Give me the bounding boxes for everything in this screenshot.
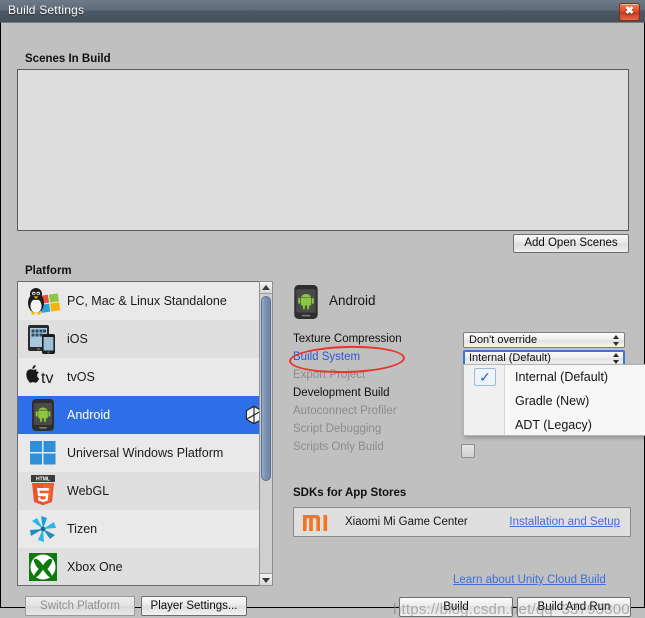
android-phone-icon bbox=[293, 285, 319, 319]
learn-about-unity-cloud-build-link[interactable]: Learn about Unity Cloud Build bbox=[453, 574, 606, 586]
build-and-run-button[interactable]: Build And Run bbox=[517, 597, 631, 617]
dropdown-option-adt-legacy[interactable]: ADT (Legacy) bbox=[464, 413, 645, 437]
platform-item-pc-mac-linux[interactable]: PC, Mac & Linux Standalone bbox=[18, 282, 272, 320]
option-label-export-project: Export Project bbox=[293, 369, 366, 381]
player-settings-button[interactable]: Player Settings... bbox=[141, 596, 247, 616]
sdk-name-label: Xiaomi Mi Game Center bbox=[345, 516, 468, 528]
platform-item-label: Xbox One bbox=[67, 560, 123, 574]
scroll-up-arrow-icon[interactable] bbox=[260, 282, 272, 294]
windows-icon bbox=[23, 436, 63, 470]
window-body: Scenes In Build Add Open Scenes Platform bbox=[0, 22, 645, 618]
apple-tv-icon: tv bbox=[23, 360, 63, 394]
platform-item-universal-windows-platform[interactable]: Universal Windows Platform bbox=[18, 434, 272, 472]
scenes-in-build-list[interactable] bbox=[17, 69, 629, 231]
platform-item-tizen[interactable]: Tizen bbox=[18, 510, 272, 548]
option-label-texture-compression: Texture Compression bbox=[293, 333, 402, 345]
close-icon[interactable]: ✖ bbox=[619, 3, 640, 21]
platform-item-webgl[interactable]: HTML WebGL bbox=[18, 472, 272, 510]
platform-list-scrollbar[interactable] bbox=[259, 281, 273, 586]
build-settings-window: Build Settings ✖ Scenes In Build Add Ope… bbox=[0, 0, 645, 618]
chevron-updown-icon bbox=[613, 334, 620, 347]
scrollbar-thumb[interactable] bbox=[261, 296, 271, 481]
texture-compression-dropdown[interactable]: Don't override bbox=[463, 332, 625, 348]
close-glyph: ✖ bbox=[624, 5, 635, 17]
platform-item-android[interactable]: Android bbox=[18, 396, 272, 434]
window-title: Build Settings bbox=[8, 3, 85, 17]
switch-platform-button[interactable]: Switch Platform bbox=[25, 596, 135, 616]
build-system-dropdown-menu[interactable]: ✓ Internal (Default) Gradle (New) ADT (L… bbox=[463, 364, 645, 436]
option-label-autoconnect-profiler: Autoconnect Profiler bbox=[293, 405, 397, 417]
scroll-down-arrow-icon[interactable] bbox=[260, 573, 272, 585]
texture-compression-value: Don't override bbox=[469, 334, 538, 346]
scenes-in-build-header: Scenes In Build bbox=[25, 53, 111, 65]
window-titlebar: Build Settings ✖ bbox=[0, 0, 645, 22]
add-open-scenes-button[interactable]: Add Open Scenes bbox=[513, 234, 629, 253]
linux-windows-icon bbox=[23, 284, 63, 318]
build-system-value: Internal (Default) bbox=[469, 352, 551, 364]
detail-platform-title: Android bbox=[329, 293, 376, 308]
option-label-scripts-only-build: Scripts Only Build bbox=[293, 441, 384, 453]
dropdown-option-label: ADT (Legacy) bbox=[515, 418, 592, 432]
svg-text:tv: tv bbox=[41, 370, 53, 387]
sdks-header: SDKs for App Stores bbox=[293, 487, 407, 499]
option-label-script-debugging: Script Debugging bbox=[293, 423, 382, 435]
ios-device-icon bbox=[23, 322, 63, 356]
dropdown-option-label: Internal (Default) bbox=[515, 370, 609, 384]
html5-icon: HTML bbox=[23, 474, 63, 508]
xbox-icon bbox=[23, 550, 63, 584]
dropdown-option-label: Gradle (New) bbox=[515, 394, 590, 408]
platform-item-label: tvOS bbox=[67, 370, 95, 384]
platform-item-label: iOS bbox=[67, 332, 88, 346]
checkmark-icon: ✓ bbox=[474, 368, 496, 386]
android-phone-icon bbox=[23, 398, 63, 432]
platform-item-ios[interactable]: iOS bbox=[18, 320, 272, 358]
platform-item-label: WebGL bbox=[67, 484, 110, 498]
sdk-row: Xiaomi Mi Game Center Installation and S… bbox=[293, 507, 631, 537]
platform-item-tvos[interactable]: tv tvOS bbox=[18, 358, 272, 396]
scripts-only-build-checkbox[interactable] bbox=[461, 444, 475, 458]
sdk-installation-link[interactable]: Installation and Setup bbox=[509, 516, 620, 528]
platform-item-label: Universal Windows Platform bbox=[67, 446, 224, 460]
platform-item-label: Tizen bbox=[67, 522, 98, 536]
tizen-icon bbox=[23, 512, 63, 546]
dropdown-option-gradle-new[interactable]: Gradle (New) bbox=[464, 389, 645, 413]
platform-item-label: PC, Mac & Linux Standalone bbox=[67, 294, 227, 308]
option-label-build-system[interactable]: Build System bbox=[293, 351, 360, 363]
option-label-development-build: Development Build bbox=[293, 387, 390, 399]
build-button[interactable]: Build bbox=[399, 597, 513, 617]
platform-header: Platform bbox=[25, 265, 72, 277]
dropdown-option-internal-default[interactable]: ✓ Internal (Default) bbox=[464, 365, 645, 389]
svg-text:HTML: HTML bbox=[36, 477, 50, 483]
platform-list[interactable]: PC, Mac & Linux Standalone iOS tv tvOS A… bbox=[17, 281, 273, 586]
xiaomi-mi-logo-icon bbox=[303, 515, 333, 531]
platform-item-xbox-one[interactable]: Xbox One bbox=[18, 548, 272, 585]
platform-item-label: Android bbox=[67, 408, 111, 422]
